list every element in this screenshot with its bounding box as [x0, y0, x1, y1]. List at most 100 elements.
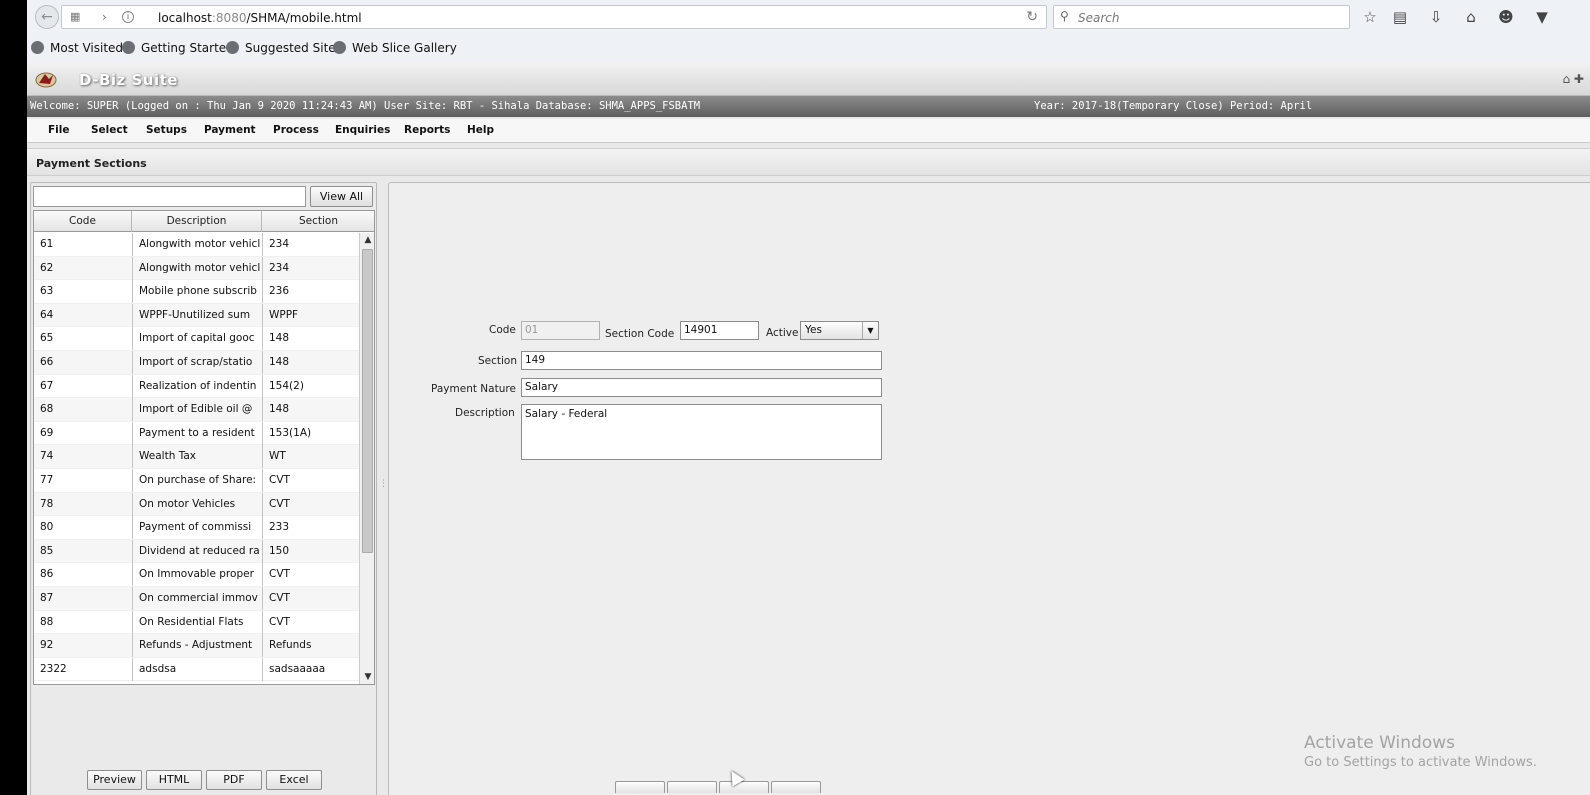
clipboard-icon[interactable]: ▤: [1389, 8, 1411, 26]
table-row[interactable]: 78 On motor Vehicles CVT: [34, 492, 359, 517]
table-row[interactable]: 64 WPPF-Unutilized sum WPPF: [34, 303, 359, 328]
preview-button[interactable]: Preview: [87, 770, 142, 790]
cell-section: sadsaaaaa: [262, 657, 359, 681]
pocket-icon[interactable]: ▼: [1531, 8, 1553, 26]
cell-code: 86: [40, 568, 54, 581]
cell-description: Refunds - Adjustment: [132, 634, 262, 658]
watermark-line1: Activate Windows: [1304, 733, 1455, 753]
cell-section: 153(1A): [262, 421, 359, 445]
page-title: Payment Sections: [36, 157, 147, 170]
menu-select[interactable]: Select: [91, 124, 128, 136]
back-button[interactable]: ←: [35, 5, 59, 29]
action-button-2[interactable]: [667, 781, 717, 793]
menu-reports[interactable]: Reports: [404, 124, 450, 136]
action-button-1[interactable]: [615, 781, 665, 793]
table-row[interactable]: 63 Mobile phone subscrib 236: [34, 280, 359, 304]
reload-icon[interactable]: ↻: [1026, 9, 1038, 25]
grid-rows: 61 Alongwith motor vehicl 234 62 Alongwith …: [34, 233, 359, 682]
scroll-up-icon[interactable]: ▲: [360, 233, 374, 248]
active-label: Active: [766, 327, 799, 339]
bookmark-most-visited[interactable]: Most Visited: [31, 41, 123, 55]
app-window: D-Biz Suite ⌂ ✚ Welcome: SUPER (Logged o…: [27, 62, 1590, 795]
table-row[interactable]: 65 Import of capital gooc 148: [34, 327, 359, 351]
column-header-code[interactable]: Code: [34, 211, 132, 232]
download-icon[interactable]: ⇩: [1425, 8, 1447, 26]
bookmark-suggested-sites[interactable]: Suggested Sites: [226, 41, 342, 55]
table-row[interactable]: 86 On Immovable proper CVT: [34, 563, 359, 587]
url-text: localhost:8080/SHMA/mobile.html: [158, 11, 362, 25]
table-row[interactable]: 77 On purchase of Share: CVT: [34, 468, 359, 493]
nav-toolbar: ← ▦ › i localhost:8080/SHMA/mobile.html …: [27, 4, 1590, 30]
table-row[interactable]: 80 Payment of commissi 233: [34, 516, 359, 540]
globe-icon: [122, 41, 135, 54]
cell-code: 85: [40, 544, 54, 557]
cell-code: 67: [40, 379, 54, 392]
table-row[interactable]: 92 Refunds - Adjustment Refunds: [34, 634, 359, 658]
url-host: localhost: [158, 11, 212, 25]
pdf-button[interactable]: PDF: [206, 770, 262, 790]
search-placeholder: Search: [1078, 11, 1120, 25]
menu-process[interactable]: Process: [273, 124, 319, 136]
scroll-thumb[interactable]: [362, 249, 373, 553]
section-code-field[interactable]: 14901: [680, 321, 759, 340]
section-field[interactable]: 149: [521, 351, 882, 370]
cell-code: 65: [40, 332, 54, 345]
action-button-3[interactable]: [719, 781, 769, 793]
grid-scrollbar[interactable]: ▲ ▼: [359, 233, 374, 684]
cell-code: 2322: [40, 662, 67, 675]
table-row[interactable]: 68 Import of Edible oil @148: [34, 398, 359, 422]
active-select[interactable]: Yes ▼: [800, 321, 879, 340]
menu-enquiries[interactable]: Enquiries: [335, 124, 390, 136]
menu-payment[interactable]: Payment: [204, 124, 256, 136]
home-icon[interactable]: ⌂: [1460, 8, 1482, 26]
address-bar[interactable]: ▦ › i localhost:8080/SHMA/mobile.html ↻: [61, 5, 1047, 29]
action-button-4[interactable]: [771, 781, 821, 793]
logo-icon: [35, 72, 57, 88]
chevron-down-icon[interactable]: ▼: [862, 322, 878, 339]
header-home-icon[interactable]: ⌂ ✚: [1563, 72, 1585, 86]
star-icon[interactable]: ☆: [1359, 8, 1381, 26]
menu-setups[interactable]: Setups: [146, 124, 187, 136]
html-button[interactable]: HTML: [146, 770, 202, 790]
search-input[interactable]: ⚲ Search: [1053, 5, 1350, 29]
table-row[interactable]: 69 Payment to a resident 153(1A): [34, 421, 359, 446]
info-icon[interactable]: i: [122, 11, 134, 23]
description-field[interactable]: Salary - Federal: [521, 404, 882, 460]
column-header-description[interactable]: Description: [132, 211, 262, 232]
browser-toolbar: ← ▦ › i localhost:8080/SHMA/mobile.html …: [27, 0, 1590, 62]
table-row[interactable]: 66 Import of scrap/statio 148: [34, 350, 359, 375]
scroll-down-icon[interactable]: ▼: [360, 670, 374, 684]
table-row[interactable]: 62 Alongwith motor vehicl 234: [34, 256, 359, 281]
cell-code: 78: [40, 497, 54, 510]
table-row[interactable]: 67 Realization of indentin 154(2): [34, 374, 359, 399]
table-row[interactable]: 2322 adsdsa sadsaaaaa: [34, 657, 359, 682]
panel-splitter[interactable]: ⋮: [379, 479, 388, 495]
view-all-button[interactable]: View All: [310, 186, 373, 207]
cell-description: Import of Edible oil @: [132, 398, 262, 422]
menu-file[interactable]: File: [48, 124, 70, 136]
chat-icon[interactable]: ☻: [1495, 8, 1517, 26]
cell-description: adsdsa: [132, 657, 262, 681]
cell-description: On commercial immov: [132, 586, 262, 610]
cell-description: On motor Vehicles: [132, 492, 262, 516]
detail-panel: Code 01 Section Code 14901 Active Yes ▼ S…: [388, 182, 1590, 795]
cell-code: 63: [40, 285, 54, 298]
table-row[interactable]: 74 Wealth Tax WT: [34, 445, 359, 469]
bookmark-web-slice-gallery[interactable]: Web Slice Gallery: [333, 41, 457, 55]
table-row[interactable]: 61 Alongwith motor vehicl 234: [34, 233, 359, 257]
page-icon: ▦: [70, 10, 81, 23]
cell-section: CVT: [262, 468, 359, 492]
cell-description: On Immovable proper: [132, 563, 262, 587]
column-header-section[interactable]: Section: [262, 211, 374, 232]
table-row[interactable]: 88 On Residential Flats CVT: [34, 610, 359, 635]
menu-help[interactable]: Help: [467, 124, 494, 136]
reader-chevron-icon[interactable]: ›: [102, 10, 107, 24]
table-row[interactable]: 87 On commercial immov CVT: [34, 586, 359, 611]
payment-nature-field[interactable]: Salary: [521, 378, 882, 397]
table-row[interactable]: 85 Dividend at reduced ra 150: [34, 539, 359, 564]
excel-button[interactable]: Excel: [266, 770, 322, 790]
search-icon: ⚲: [1060, 9, 1069, 23]
browser-chrome: ← ▦ › i localhost:8080/SHMA/mobile.html …: [0, 0, 1590, 62]
bookmark-getting-started[interactable]: Getting Started: [122, 41, 234, 55]
filter-input[interactable]: [33, 186, 306, 207]
